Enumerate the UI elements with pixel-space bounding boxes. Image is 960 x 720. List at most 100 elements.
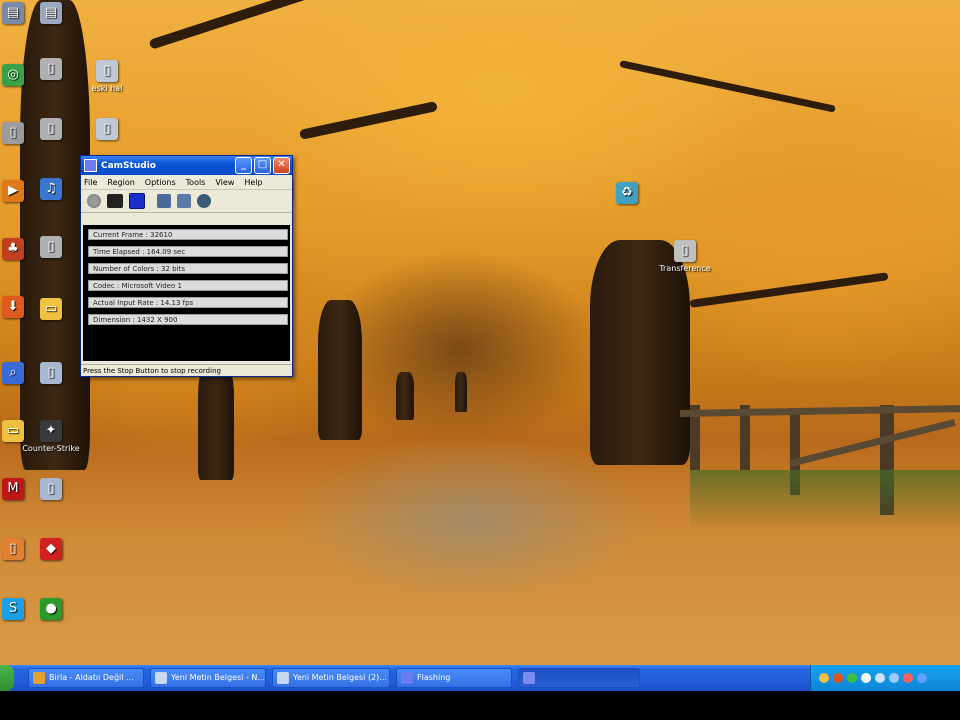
menu-options[interactable]: Options [145,178,176,187]
file-icon: ▯ [96,60,118,82]
file-icon: ▯ [96,118,118,140]
tray-icon[interactable] [847,673,857,683]
taskbar-item-label: Yeni Metin Belgesi (2)... [293,673,387,682]
desktop-icon[interactable]: ▯ [20,362,82,386]
desktop-icon[interactable]: ✦ Counter-Strike [20,420,82,453]
file-icon: ▯ [40,58,62,80]
taskbar-item-active[interactable] [518,668,640,688]
taskbar-item-notepad-1[interactable]: Yeni Metin Belgesi - N... [150,668,266,688]
system-tray [810,665,960,691]
desktop-icon[interactable]: ♻ [596,182,658,206]
camstudio-titlebar[interactable]: CamStudio _ □ ✕ [81,156,292,175]
desktop-icon[interactable]: ▯ [20,58,82,82]
stat-time-elapsed: Time Elapsed : 164.09 sec [88,246,288,257]
media-icon: ♫ [40,178,62,200]
stat-colors: Number of Colors : 32 bits [88,263,288,274]
file-icon: ▯ [40,362,62,384]
camstudio-icon [401,672,413,684]
minimize-button[interactable]: _ [235,157,252,174]
menu-help[interactable]: Help [244,178,262,187]
taskbar-item-flashing[interactable]: Flashing [396,668,512,688]
globe-icon: ● [40,598,62,620]
fence-rail [679,405,960,417]
notepad-icon [155,672,167,684]
menu-view[interactable]: View [215,178,234,187]
desktop-icon-label: Counter-Strike [22,444,80,453]
bottom-black-bar [0,691,960,720]
desktop-icon[interactable]: ▯ eski hal [76,60,138,93]
close-button[interactable]: ✕ [273,157,290,174]
desktop-icon-label: Transference [659,264,711,273]
tree-branch [689,272,889,308]
desktop-icon[interactable]: ♫ [20,178,82,202]
stat-codec: Codec : Microsoft Video 1 [88,280,288,291]
file-icon: ▯ [40,478,62,500]
maximize-button[interactable]: □ [254,157,271,174]
notepad-icon [277,672,289,684]
desktop-icon[interactable]: ▭ [20,298,82,322]
tree-trunk [396,372,414,420]
taskbar-item-label: Birla - Aldatıı Değil ... [49,673,134,682]
stop-icon[interactable] [129,193,145,209]
menu-tools[interactable]: Tools [186,178,206,187]
app-icon [523,672,535,684]
desktop-icon-label: eski hal [91,84,123,93]
tree-branch [619,60,836,113]
tray-icon[interactable] [833,673,843,683]
browser-icon [33,672,45,684]
tree-branch [148,0,371,50]
desktop-icon[interactable]: ▯ Transference [654,240,716,273]
stat-input-rate: Actual Input Rate : 14.13 fps [88,297,288,308]
camstudio-app-icon [84,159,97,172]
counter-strike-icon: ✦ [40,420,62,442]
tree-trunk [590,240,690,465]
desktop-icon[interactable]: ● [20,598,82,622]
tree-trunk [318,300,362,440]
stat-current-frame: Current Frame : 32610 [88,229,288,240]
toolbar [81,190,292,213]
file-icon: ▯ [40,118,62,140]
desktop-icon[interactable]: ▯ [20,478,82,502]
desktop-icon[interactable]: ◆ [20,538,82,562]
taskbar-item-label: Yeni Metin Belgesi - N... [171,673,265,682]
tree-trunk [455,372,467,412]
taskbar-item-label: Flashing [417,673,451,682]
tray-icon[interactable] [819,673,829,683]
app-icon: ◆ [40,538,62,560]
record-icon[interactable] [87,194,101,208]
menu-region[interactable]: Region [107,178,134,187]
desktop-icon[interactable]: ▯ [20,118,82,142]
taskbar: Birla - Aldatıı Değil ... Yeni Metin Bel… [0,665,960,691]
taskbar-item-birla[interactable]: Birla - Aldatıı Değil ... [28,668,144,688]
status-bar: Press the Stop Button to stop recording [81,364,292,376]
desktop-icon[interactable]: ▯ [76,118,138,142]
fence-rail [789,418,956,467]
pause-icon[interactable] [107,194,123,208]
recycle-icon: ♻ [616,182,638,204]
stats-panel: Current Frame : 32610 Time Elapsed : 164… [83,225,290,361]
tree-trunk [198,360,234,480]
annotate-icon[interactable] [177,194,191,208]
tray-icon[interactable] [917,673,927,683]
document-icon: ▤ [40,2,62,24]
stat-dimension: Dimension : 1432 X 900 [88,314,288,325]
window-title: CamStudio [101,160,156,171]
file-icon: ▯ [40,236,62,258]
tray-icon[interactable] [903,673,913,683]
desktop-icon[interactable]: ▯ [20,236,82,260]
tray-icon[interactable] [861,673,871,683]
desktop-icon[interactable]: ▤ [20,2,82,26]
camera-icon[interactable] [197,194,211,208]
region-icon[interactable] [157,194,171,208]
volume-icon[interactable] [875,673,885,683]
grass [690,470,960,530]
taskbar-item-notepad-2[interactable]: Yeni Metin Belgesi (2)... [272,668,390,688]
menu-file[interactable]: File [84,178,97,187]
menu-bar: File Region Options Tools View Help [81,175,292,190]
start-button[interactable] [0,665,14,691]
camstudio-window[interactable]: CamStudio _ □ ✕ File Region Options Tool… [80,155,293,377]
network-icon[interactable] [889,673,899,683]
file-icon: ▯ [674,240,696,262]
folder-icon: ▭ [40,298,62,320]
tree-branch [298,101,438,140]
